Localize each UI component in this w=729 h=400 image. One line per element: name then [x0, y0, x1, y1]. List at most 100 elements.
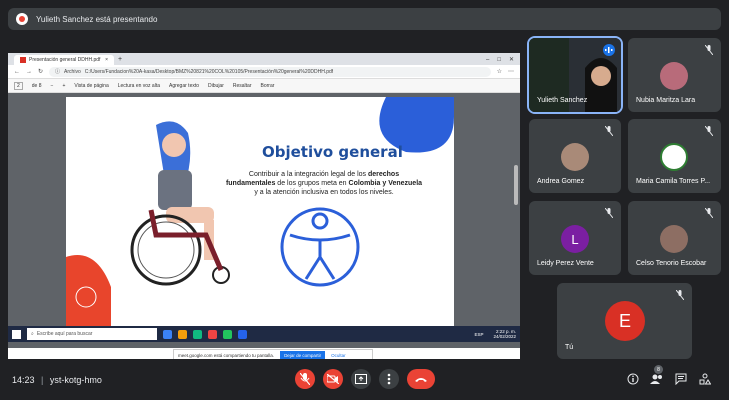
maximize-icon[interactable]: □: [497, 55, 501, 65]
avatar: [660, 225, 688, 253]
screen-share-popup: meet.google.com está compartiendo tu pan…: [173, 349, 373, 359]
avatar: E: [605, 301, 645, 341]
forward-icon[interactable]: →: [26, 69, 32, 75]
shared-screen: Presentación general DDHH.pdf × + – □ ✕ …: [8, 53, 520, 359]
favorites-icon[interactable]: ☆: [497, 68, 502, 75]
participant-name: Celso Tenorio Escobar: [636, 260, 707, 267]
avatar: [561, 143, 589, 171]
back-icon[interactable]: ←: [14, 69, 20, 75]
hang-up-icon: [415, 377, 427, 382]
taskbar-search[interactable]: ⌕ Escribe aquí para buscar: [27, 328, 157, 340]
taskbar-clock[interactable]: 2:22 p. m. 24/02/2022: [493, 329, 516, 339]
avatar: [660, 62, 688, 90]
folder-icon[interactable]: [178, 329, 187, 339]
info-icon: [627, 373, 639, 385]
taskbar-search-placeholder: Escribe aquí para buscar: [36, 331, 93, 337]
participant-tile-self[interactable]: E Tú: [557, 283, 692, 359]
store-icon[interactable]: [193, 329, 202, 339]
minimize-icon[interactable]: –: [486, 55, 489, 65]
presenting-banner: Yulieth Sanchez está presentando: [8, 8, 721, 30]
taskbar-date: 24/02/2022: [493, 334, 516, 339]
slide-body: Contribuir a la integración legal de los…: [224, 170, 424, 197]
people-icon: [650, 374, 662, 384]
mic-toggle-button[interactable]: [295, 369, 315, 389]
spotify-icon[interactable]: [223, 329, 232, 339]
slide-text-1: Contribuir a la integración legal de los: [248, 171, 367, 178]
avatar: L: [561, 225, 589, 253]
language-indicator[interactable]: ESP: [474, 332, 483, 337]
clock: 14:23: [12, 375, 35, 385]
participant-tile-maria[interactable]: Maria Camila Torres P...: [628, 119, 721, 193]
mic-off-icon: [603, 125, 615, 137]
windows-taskbar: ⌕ Escribe aquí para buscar ESP 2:22 p. m…: [8, 326, 520, 342]
avatar: [660, 143, 688, 171]
people-count-badge: 8: [654, 365, 663, 374]
settings-more-icon[interactable]: ⋯: [508, 68, 514, 75]
add-text-button[interactable]: Agregar texto: [169, 83, 199, 89]
call-controls: [295, 369, 435, 389]
side-controls: 8: [625, 365, 713, 387]
meeting-code: yst-kotg-hmo: [49, 375, 102, 385]
more-options-button[interactable]: [379, 369, 399, 389]
erase-button[interactable]: Borrar: [261, 83, 275, 89]
search-icon: ⌕: [31, 331, 34, 337]
edge-icon[interactable]: [163, 329, 172, 339]
mic-off-icon: [703, 125, 715, 137]
scrollbar[interactable]: [514, 165, 518, 205]
chat-button[interactable]: [673, 371, 689, 387]
camera-toggle-button[interactable]: [323, 369, 343, 389]
url-prefix: Archivo: [64, 68, 81, 75]
presenting-text: Yulieth Sanchez está presentando: [36, 14, 158, 24]
meeting-details-button[interactable]: [625, 371, 641, 387]
window-controls: – □ ✕: [486, 55, 520, 65]
new-tab-button[interactable]: +: [118, 55, 122, 65]
url-field[interactable]: ⓘ Archivo C:/Users/Fundacion%20A-kasa/De…: [49, 66, 491, 77]
participant-tile-celso[interactable]: Celso Tenorio Escobar: [628, 201, 721, 275]
page-number-input[interactable]: 2: [14, 81, 23, 90]
mic-off-icon: [703, 44, 715, 56]
mic-off-icon: [300, 373, 310, 385]
mic-off-icon: [674, 289, 686, 301]
more-vert-icon: [387, 373, 391, 385]
activities-icon: [699, 373, 711, 385]
present-button[interactable]: [351, 369, 371, 389]
mic-off-icon: [703, 207, 715, 219]
draw-button[interactable]: Dibujar: [208, 83, 224, 89]
separator: |: [41, 375, 44, 385]
zoom-out-button[interactable]: −: [51, 83, 54, 89]
windows-start-icon[interactable]: [12, 329, 21, 339]
participant-tile-andrea[interactable]: Andrea Gomez: [529, 119, 621, 193]
pdf-icon: [20, 57, 26, 63]
participant-name: Tú: [565, 344, 574, 351]
tab-close-icon[interactable]: ×: [105, 57, 108, 63]
participant-tile-yulieth[interactable]: Yulieth Sanchez: [527, 36, 623, 114]
url-text: C:/Users/Fundacion%20A-kasa/Desktop/BMZ%…: [84, 68, 334, 75]
info-icon: ⓘ: [55, 69, 61, 75]
read-aloud-button[interactable]: Lectura en voz alta: [118, 83, 160, 89]
participant-name: Leidy Perez Vente: [537, 260, 594, 267]
page-view-button[interactable]: Vista de página: [74, 83, 108, 89]
participant-name: Andrea Gomez: [537, 178, 585, 185]
page-total: de 8: [31, 82, 42, 89]
chrome-icon[interactable]: [208, 329, 217, 339]
stop-sharing-button[interactable]: Dejar de compartir: [280, 350, 326, 359]
participant-tile-leidy[interactable]: L Leidy Perez Vente: [529, 201, 621, 275]
highlight-button[interactable]: Resaltar: [233, 83, 252, 89]
people-button[interactable]: 8: [649, 365, 665, 387]
word-icon[interactable]: [238, 329, 247, 339]
participant-tile-nubia[interactable]: Nubia Maritza Lara: [628, 38, 721, 112]
present-screen-icon: [355, 374, 367, 384]
participant-name: Yulieth Sanchez: [537, 97, 588, 104]
hide-button[interactable]: Ocultar: [331, 353, 346, 358]
reload-icon[interactable]: ↻: [38, 68, 43, 75]
browser-tab[interactable]: Presentación general DDHH.pdf ×: [14, 55, 114, 65]
activities-button[interactable]: [697, 371, 713, 387]
meeting-info: 14:23 | yst-kotg-hmo: [12, 375, 102, 385]
tab-title: Presentación general DDHH.pdf: [29, 57, 101, 63]
zoom-in-button[interactable]: +: [62, 83, 65, 89]
leave-call-button[interactable]: [407, 369, 435, 389]
mic-off-icon: [603, 207, 615, 219]
wheelchair-illustration: [130, 121, 230, 286]
close-window-icon[interactable]: ✕: [509, 55, 514, 65]
slide-text-bold-2: Colombia y Venezuela: [348, 180, 423, 187]
